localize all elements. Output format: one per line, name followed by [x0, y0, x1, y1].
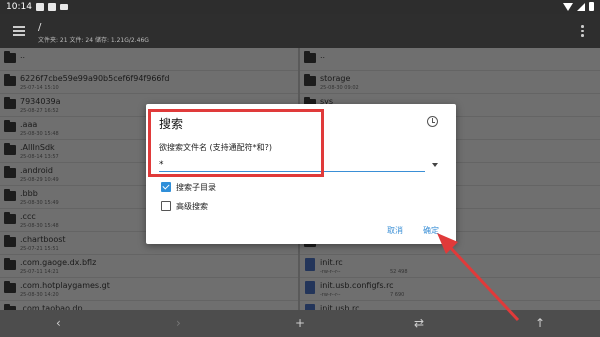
pointer-arrow-icon	[437, 233, 520, 322]
